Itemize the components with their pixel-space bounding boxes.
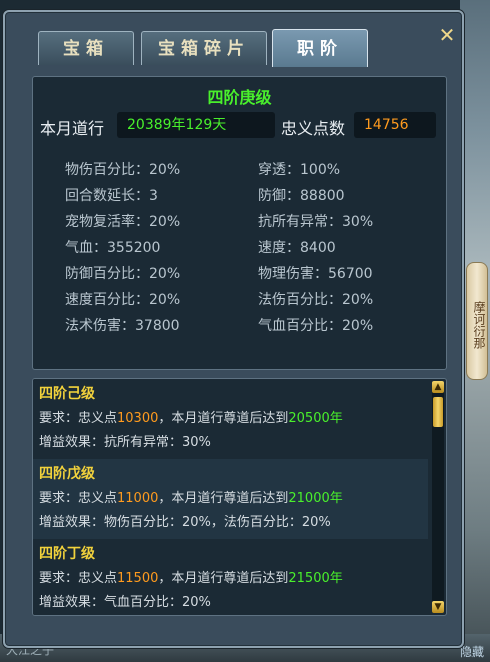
stat-left: 回合数延长：3 (65, 188, 158, 204)
arrow-up-icon[interactable]: ▲ (432, 381, 444, 393)
close-icon[interactable]: ✕ (438, 25, 456, 45)
level-name: 四阶戊级 (39, 466, 95, 482)
level-requirement: 要求：忠义点10300，本月道行尊道后达到20500年 (39, 411, 343, 426)
stat-right: 抗所有异常：30% (258, 214, 374, 230)
stat-left: 气血：355200 (65, 240, 161, 256)
level-requirement: 要求：忠义点11500，本月道行尊道后达到21500年 (39, 571, 343, 586)
stat-left: 宠物复活率：20% (65, 214, 181, 230)
stat-left: 速度百分比：20% (65, 292, 181, 308)
stat-left: 法术伤害：37800 (65, 318, 180, 334)
level-name: 四阶己级 (39, 386, 95, 402)
rank-title: 四阶庚级 (207, 88, 272, 107)
stat-right: 气血百分比：20% (258, 318, 374, 334)
list-item: 四阶己级 要求：忠义点10300，本月道行尊道后达到20500年 增益效果：抗所… (33, 379, 428, 459)
tab-rank[interactable]: 职阶 (272, 29, 368, 67)
tab-treasure-box[interactable]: 宝箱 (38, 31, 134, 65)
list-scrollbar[interactable]: ▲ ▼ (432, 381, 444, 613)
rank-dialog: 宝箱 宝箱碎片 职阶 ✕ 四阶庚级 本月道行 20389年129天 忠义点数 1… (3, 10, 464, 648)
stat-right: 速度：8400 (258, 240, 336, 256)
stat-left: 物伤百分比：20% (65, 162, 181, 178)
loyalty-label: 忠义点数 (281, 119, 346, 138)
monthly-label: 本月道行 (40, 119, 105, 138)
side-scroll-banner: 摩诃衍那 (466, 262, 488, 380)
arrow-down-icon[interactable]: ▼ (432, 601, 444, 613)
monthly-value: 20389年129天 (117, 112, 275, 138)
list-item: 四阶丁级 要求：忠义点11500，本月道行尊道后达到21500年 增益效果：气血… (33, 539, 428, 615)
tab-treasure-fragments[interactable]: 宝箱碎片 (141, 31, 267, 65)
rank-level-list[interactable]: 四阶己级 要求：忠义点10300，本月道行尊道后达到20500年 增益效果：抗所… (32, 378, 447, 616)
stat-right: 物理伤害：56700 (258, 266, 373, 282)
level-effect: 增益效果：物伤百分比：20%，法伤百分比：20% (39, 515, 331, 530)
background-bottom-right-text: 隐藏 (459, 645, 484, 659)
level-name: 四阶丁级 (39, 546, 95, 562)
stat-right: 穿透：100% (258, 162, 341, 178)
level-effect: 增益效果：气血百分比：20% (39, 595, 211, 610)
stat-right: 法伤百分比：20% (258, 292, 374, 308)
stat-right: 防御：88800 (258, 188, 345, 204)
loyalty-value: 14756 (354, 112, 436, 138)
level-effect: 增益效果：抗所有异常：30% (39, 435, 211, 450)
rank-info-panel: 四阶庚级 本月道行 20389年129天 忠义点数 14756 物伤百分比：20… (32, 76, 447, 370)
list-item: 四阶戊级 要求：忠义点11000，本月道行尊道后达到21000年 增益效果：物伤… (33, 459, 428, 539)
stat-left: 防御百分比：20% (65, 266, 181, 282)
scrollbar-thumb[interactable] (433, 397, 443, 427)
level-requirement: 要求：忠义点11000，本月道行尊道后达到21000年 (39, 491, 343, 506)
